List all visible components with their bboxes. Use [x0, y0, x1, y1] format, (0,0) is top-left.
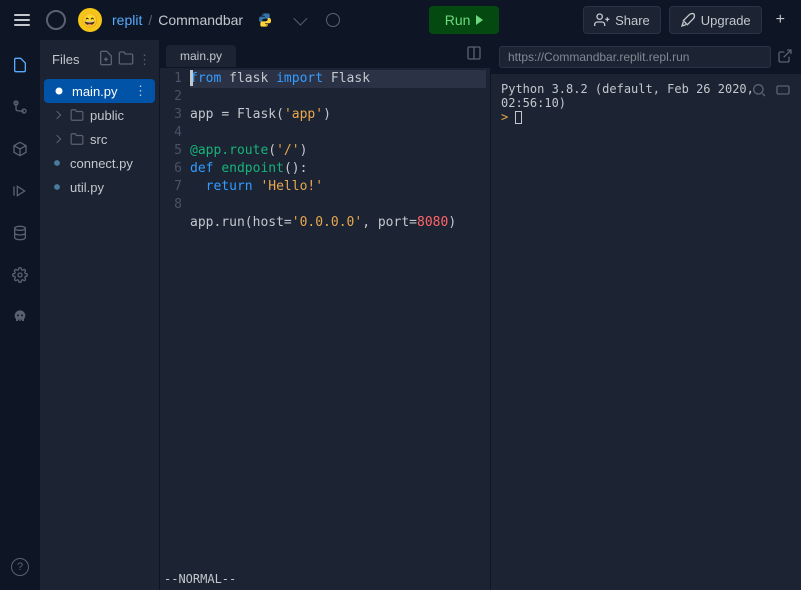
file-name: connect.py	[70, 156, 133, 171]
python-lang-icon	[253, 8, 277, 32]
project-name[interactable]: Commandbar	[158, 12, 243, 28]
file-item[interactable]: util.py	[40, 175, 159, 199]
file-name: public	[90, 108, 124, 123]
python-file-icon	[52, 83, 66, 99]
console-prompt: >	[501, 110, 508, 124]
file-item[interactable]: connect.py	[40, 151, 159, 175]
tab-layout-icon[interactable]	[466, 45, 482, 64]
file-name: util.py	[70, 180, 104, 195]
rocket-icon	[680, 12, 696, 28]
files-panel-title: Files	[52, 52, 94, 67]
skull-icon[interactable]	[9, 306, 31, 328]
code-editor[interactable]: 12345678 from flask import Flaskapp = Fl…	[160, 68, 490, 572]
settings-icon[interactable]	[9, 264, 31, 286]
share-button[interactable]: Share	[583, 6, 661, 34]
file-more-icon[interactable]: ⋮	[134, 83, 147, 99]
upgrade-button[interactable]: Upgrade	[669, 6, 762, 34]
console-search-icon[interactable]	[751, 82, 767, 101]
vcs-icon[interactable]	[9, 96, 31, 118]
files-tab-icon[interactable]	[9, 54, 31, 76]
help-icon[interactable]: ?	[9, 556, 31, 578]
new-button[interactable]: +	[770, 11, 791, 29]
debugger-icon[interactable]	[9, 180, 31, 202]
breadcrumb-sep: /	[148, 12, 152, 28]
avatar[interactable]: 😄	[78, 8, 102, 32]
console[interactable]: Python 3.8.2 (default, Feb 26 2020, 02:5…	[491, 74, 801, 590]
vim-status: --NORMAL--	[160, 572, 490, 590]
new-file-icon[interactable]	[98, 50, 114, 69]
new-folder-icon[interactable]	[118, 50, 134, 69]
python-file-icon	[50, 179, 64, 195]
editor-tab[interactable]: main.py	[166, 45, 236, 67]
file-item[interactable]: src	[40, 127, 159, 151]
logo-spiral-icon	[44, 8, 68, 32]
file-item[interactable]: public	[40, 103, 159, 127]
console-clear-icon[interactable]	[775, 82, 791, 101]
webview-url-input[interactable]	[499, 46, 771, 68]
file-name: main.py	[72, 84, 118, 99]
open-external-icon[interactable]	[777, 48, 793, 67]
share-icon	[594, 12, 610, 28]
history-icon[interactable]	[321, 8, 345, 32]
packages-icon[interactable]	[9, 138, 31, 160]
play-icon	[476, 15, 483, 25]
breadcrumb: replit / Commandbar	[112, 12, 243, 28]
file-name: src	[90, 132, 107, 147]
menu-icon[interactable]	[10, 8, 34, 32]
database-icon[interactable]	[9, 222, 31, 244]
more-icon[interactable]: ⋮	[138, 52, 151, 68]
console-version: Python 3.8.2 (default, Feb 26 2020, 02:5…	[501, 82, 791, 110]
org-link[interactable]: replit	[112, 12, 142, 28]
folder-icon	[70, 107, 84, 123]
python-file-icon	[50, 155, 64, 171]
lang-dropdown-icon[interactable]	[287, 8, 311, 32]
folder-icon	[70, 131, 84, 147]
run-button[interactable]: Run	[429, 6, 500, 34]
file-item[interactable]: main.py ⋮	[44, 79, 155, 103]
console-cursor	[515, 111, 522, 124]
